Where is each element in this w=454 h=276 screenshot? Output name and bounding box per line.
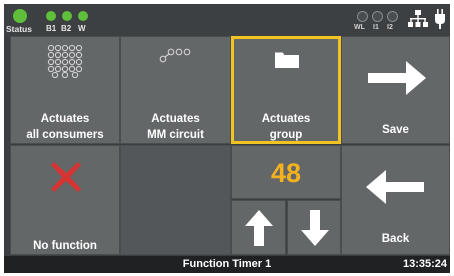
screen-title: Function Timer 1 [182,258,272,270]
plug-icon [435,9,445,29]
b1-led [46,11,56,21]
actuates-group-button[interactable]: Actuates group [231,36,341,144]
status-label: Status [6,24,32,34]
decrease-button[interactable] [287,200,341,255]
actuates-mm-circuit-line1: Actuates [151,113,200,125]
actuates-all-consumers-button[interactable]: Actuates all consumers [10,36,120,144]
bottom-bar: Function Timer 1 13:35:24 [4,256,450,273]
save-label: Save [382,124,409,136]
actuates-group-line1: Actuates [261,113,311,125]
w-led [78,11,88,21]
actuates-all-consumers-line1: Actuates [40,113,90,125]
actuates-group-line2: group [269,129,303,141]
device-screen: Status B1 B2 W WL I1 I2 Actuates all con… [4,4,450,273]
empty-tile [120,145,231,255]
mm-circuit-icon [159,48,191,63]
value-display: 48 [231,145,341,199]
network-icon [408,10,428,27]
w-label: W [78,24,86,33]
red-x-icon [51,162,81,192]
actuates-all-consumers-line2: all consumers [26,129,104,141]
b2-label: B2 [61,24,72,33]
clock: 13:35:24 [402,258,447,270]
arrow-left-icon [366,170,424,204]
arrow-right-icon [368,61,426,95]
save-button[interactable]: Save [341,36,450,144]
no-function-label: No function [33,240,97,252]
b2-led [62,11,72,21]
arrow-down-icon [301,210,329,246]
i1-label: I1 [373,24,379,31]
actuates-mm-circuit-button[interactable]: Actuates MM circuit [120,36,231,144]
wl-indicator [357,11,368,22]
increase-button[interactable] [231,200,286,255]
back-button[interactable]: Back [341,145,450,255]
timer-value: 48 [270,158,302,188]
no-function-button[interactable]: No function [10,145,120,255]
folder-icon [275,51,299,68]
status-bar: Status B1 B2 W WL I1 I2 [4,4,450,36]
back-label: Back [381,233,410,245]
i1-indicator [372,11,383,22]
wl-label: WL [354,24,365,31]
status-led [13,9,27,23]
i2-indicator [387,11,398,22]
arrow-up-icon [245,210,273,246]
i2-label: I2 [387,24,393,31]
actuates-mm-circuit-line2: MM circuit [147,129,204,141]
b1-label: B1 [46,24,57,33]
all-consumers-grid-icon [47,44,83,78]
